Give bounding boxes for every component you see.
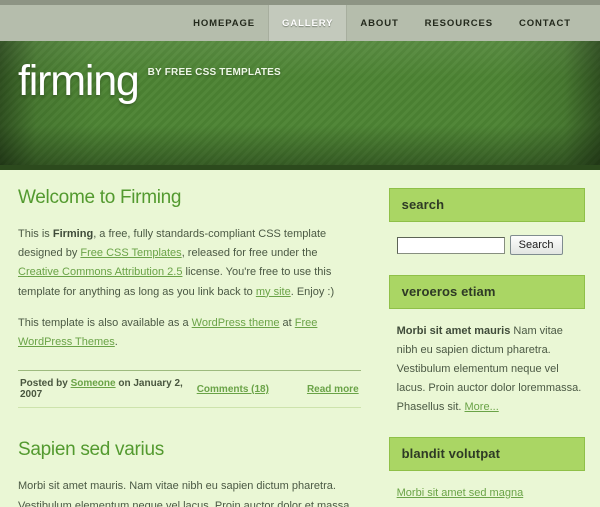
text-strong: Morbi sit amet mauris	[396, 325, 511, 337]
site-logo[interactable]: firming	[18, 60, 140, 103]
widget-body-veroeros: Morbi sit amet mauris Nam vitae nibh eu …	[389, 322, 585, 417]
text-fragment: , released for free under the	[181, 247, 318, 260]
sidebar-column: search Search veroeros etiam Morbi sit a…	[388, 170, 585, 507]
widget-title-search: search	[388, 188, 585, 222]
site-tagline: BY FREE CSS TEMPLATES	[147, 67, 281, 78]
meta-comments[interactable]: Comments (18)	[197, 384, 269, 395]
search-button[interactable]: Search	[509, 235, 563, 255]
text-fragment: This is	[18, 227, 53, 240]
search-form: Search	[391, 235, 583, 255]
widget-body-search: Search	[389, 235, 585, 255]
post-meta-bar: Posted by Someone on January 2, 2007 Com…	[18, 370, 361, 409]
widget-veroeros-etiam: veroeros etiam Morbi sit amet mauris Nam…	[388, 275, 585, 417]
byline-label: Posted by	[20, 378, 71, 390]
nav-item-homepage[interactable]: HOMEPAGE	[180, 5, 268, 41]
widget-search: search Search	[388, 188, 585, 255]
link-more[interactable]: More...	[465, 401, 499, 413]
widget-body-blandit: Morbi sit amet sed magna Lacus dapibus i…	[389, 484, 585, 507]
text-strong: Firming	[52, 227, 94, 240]
text-fragment: This template is also available as a	[18, 316, 192, 329]
branding[interactable]: firming BY FREE CSS TEMPLATES	[18, 60, 281, 103]
nav-link-contact[interactable]: CONTACT	[506, 5, 584, 41]
sidebar-paragraph: Morbi sit amet mauris Nam vitae nibh eu …	[391, 322, 583, 417]
nav-item-resources[interactable]: RESOURCES	[412, 5, 506, 41]
top-navigation-bar: HOMEPAGE GALLERY ABOUT RESOURCES CONTACT	[0, 0, 600, 41]
post-title[interactable]: Welcome to Firming	[18, 187, 361, 209]
page-body: Welcome to Firming This is Firming, a fr…	[0, 170, 600, 507]
post-welcome: Welcome to Firming This is Firming, a fr…	[18, 187, 361, 409]
link-wordpress-theme[interactable]: WordPress theme	[192, 317, 280, 329]
site-header-banner: firming BY FREE CSS TEMPLATES	[0, 41, 600, 170]
link-comments[interactable]: Comments (18)	[197, 384, 269, 395]
post-paragraph: This is Firming, a free, fully standards…	[18, 225, 361, 302]
post-spacer	[18, 410, 361, 440]
post-body: Morbi sit amet mauris. Nam vitae nibh eu…	[18, 477, 361, 507]
nav-item-contact[interactable]: CONTACT	[506, 5, 584, 41]
link-my-site[interactable]: my site	[256, 286, 291, 298]
link-free-css-templates[interactable]: Free CSS Templates	[80, 247, 181, 259]
widget-title-blandit: blandit volutpat	[388, 436, 585, 471]
main-content-column: Welcome to Firming This is Firming, a fr…	[15, 170, 361, 507]
nav-link-homepage[interactable]: HOMEPAGE	[180, 5, 268, 41]
post-byline: Posted by Someone on January 2, 2007	[20, 378, 197, 400]
meta-read-more[interactable]: Read more	[307, 384, 359, 395]
list-item[interactable]: Morbi sit amet sed magna	[397, 484, 583, 504]
text-fragment: . Enjoy :)	[290, 285, 335, 298]
link-creative-commons[interactable]: Creative Commons Attribution 2.5	[18, 266, 182, 278]
post-sapien-sed-varius: Sapien sed varius Morbi sit amet mauris.…	[18, 439, 361, 507]
nav-item-gallery[interactable]: GALLERY	[268, 5, 348, 41]
search-input[interactable]	[396, 236, 505, 254]
text-fragment: Nam vitae nibh eu sapien dictum pharetra…	[396, 325, 582, 413]
post-paragraph: Morbi sit amet mauris. Nam vitae nibh eu…	[18, 480, 353, 507]
link-list-item[interactable]: Morbi sit amet sed magna	[397, 487, 524, 499]
text-fragment: at	[279, 316, 295, 329]
widget-title-veroeros: veroeros etiam	[388, 275, 585, 309]
nav-link-about[interactable]: ABOUT	[347, 5, 411, 41]
link-read-more[interactable]: Read more	[307, 384, 359, 395]
post-title[interactable]: Sapien sed varius	[18, 439, 361, 461]
nav-menu: HOMEPAGE GALLERY ABOUT RESOURCES CONTACT	[180, 5, 584, 41]
link-author[interactable]: Someone	[71, 378, 116, 389]
post-body: This is Firming, a free, fully standards…	[18, 225, 361, 353]
nav-item-about[interactable]: ABOUT	[347, 5, 411, 41]
sidebar-link-list: Morbi sit amet sed magna Lacus dapibus i…	[391, 484, 583, 507]
nav-link-resources[interactable]: RESOURCES	[412, 5, 506, 41]
text-fragment: .	[114, 336, 118, 349]
post-paragraph: This template is also available as a Wor…	[18, 314, 361, 353]
list-item[interactable]: Lacus dapibus interdum	[397, 503, 583, 507]
widget-blandit-volutpat: blandit volutpat Morbi sit amet sed magn…	[388, 436, 585, 507]
nav-link-gallery[interactable]: GALLERY	[268, 5, 348, 41]
